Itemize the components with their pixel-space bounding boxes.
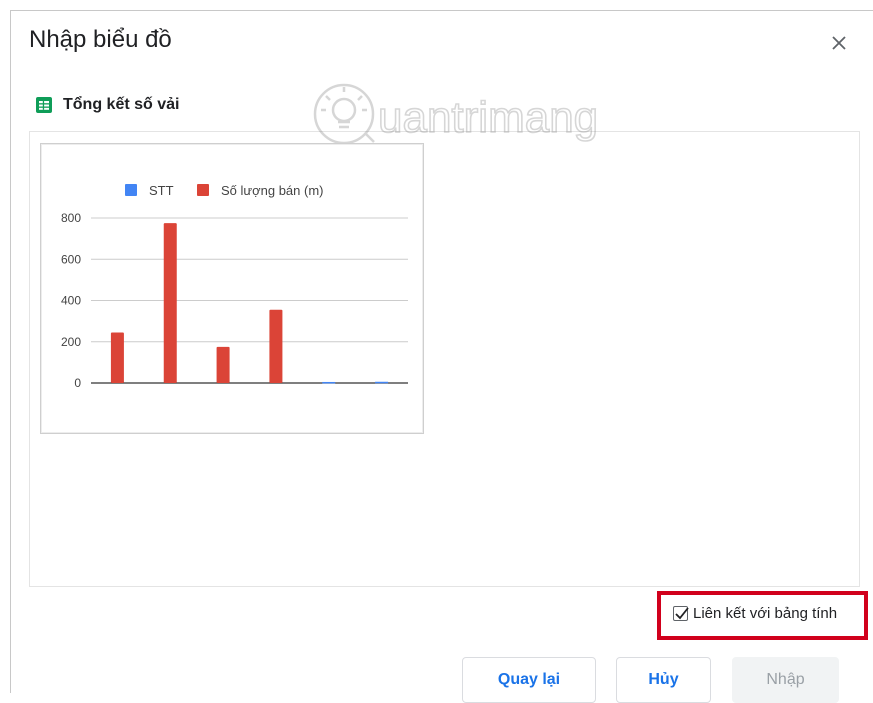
chart-preview-card[interactable]: 0 200 400 600 800 STT Số lượng bán (m): [40, 143, 424, 434]
y-tick-label: 400: [61, 294, 81, 308]
legend-label: Số lượng bán (m): [221, 183, 324, 198]
bar-so-luong-ban: [110, 332, 124, 383]
link-label: Liên kết với bảng tính: [693, 605, 838, 622]
dialog-title: Nhập biểu đồ: [29, 26, 172, 53]
legend-swatch: [125, 184, 137, 196]
spreadsheet-icon: [36, 97, 52, 113]
import-button[interactable]: Nhập: [732, 657, 839, 703]
source-sheet: Tổng kết số vải: [35, 93, 179, 117]
y-tick-label: 600: [61, 252, 81, 266]
import-chart-dialog: Nhập biểu đồ Tổng kết số vải uantrimang …: [10, 10, 873, 703]
bar-so-luong-ban: [269, 309, 283, 383]
watermark: uantrimang: [313, 83, 599, 145]
legend-swatch: [197, 184, 209, 196]
bar-stt: [375, 381, 389, 384]
y-tick-label: 200: [61, 335, 81, 349]
bar-so-luong-ban: [163, 223, 177, 383]
checkmark-icon: [675, 607, 689, 620]
link-to-spreadsheet-option[interactable]: Liên kết với bảng tính: [673, 605, 837, 622]
bar-so-luong-ban: [216, 346, 230, 383]
watermark-text: uantrimang: [378, 93, 598, 142]
y-tick-label: 800: [61, 211, 81, 225]
link-checkbox[interactable]: [673, 606, 689, 621]
sheet-name: Tổng kết số vải: [63, 96, 180, 113]
bar-chart: 0 200 400 600 800 STT Số lượng bán (m): [61, 183, 408, 390]
y-tick-label: 0: [74, 376, 81, 390]
back-button[interactable]: Quay lại: [462, 657, 596, 703]
bar-stt: [322, 381, 336, 384]
lightbulb-icon: [313, 83, 375, 145]
legend-label: STT: [149, 183, 174, 198]
cancel-button[interactable]: Hủy: [616, 657, 711, 703]
close-icon[interactable]: [829, 33, 849, 53]
